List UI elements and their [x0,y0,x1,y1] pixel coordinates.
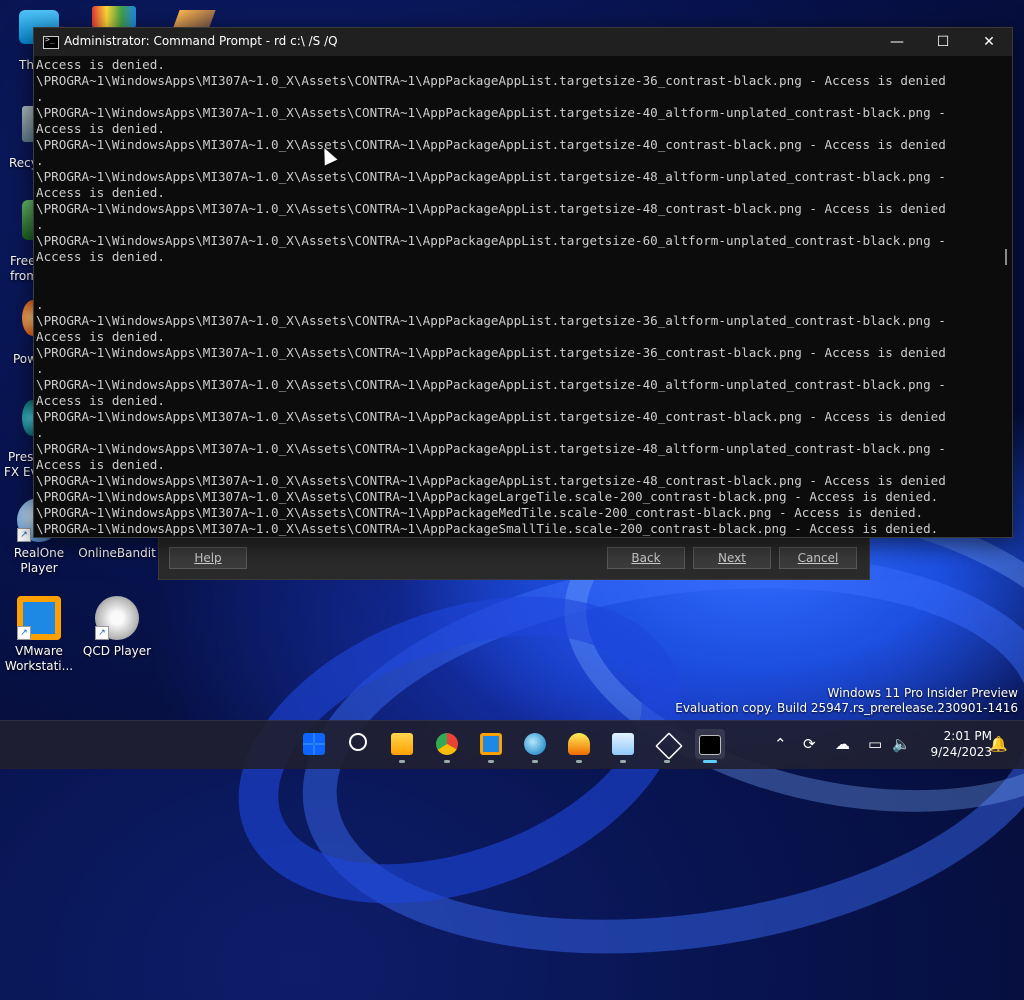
console-line: . [36,89,44,104]
chart-app-icon [612,733,634,755]
taskbar-monitor-app[interactable] [608,729,638,763]
taskbar-chrome[interactable] [432,729,462,763]
console-line: \PROGRA~1\WindowsApps\MI307A~1.0_X\Asset… [36,505,924,520]
console-line: \PROGRA~1\WindowsApps\MI307A~1.0_X\Asset… [36,441,946,456]
console-line: \PROGRA~1\WindowsApps\MI307A~1.0_X\Asset… [36,201,946,216]
globe-icon [524,733,546,755]
show-hidden-icons-chevron-icon[interactable]: ⌃ [774,735,787,753]
console-line: \PROGRA~1\WindowsApps\MI307A~1.0_X\Asset… [36,409,946,424]
console-line: . [36,297,44,312]
console-line: Access is denied. [36,121,165,136]
vmware-icon: ↗ [17,596,61,640]
taskbar-vmware[interactable] [476,729,506,763]
console-line: Access is denied. [36,393,165,408]
taskbar: ⌃ ⟳ ☁ ▭ 🔈 🔔 [0,720,1024,769]
volume-icon[interactable]: 🔈 [892,735,911,753]
sync-icon[interactable]: ⟳ [803,735,816,753]
minimize-button[interactable]: — [874,28,920,56]
desktop-icon-label: Free [10,254,36,268]
back-button[interactable]: Back [607,547,685,569]
shortcut-arrow-icon: ↗ [17,528,31,542]
app-icon [568,733,590,755]
console-line: Access is denied. [36,457,165,472]
console-line: \PROGRA~1\WindowsApps\MI307A~1.0_X\Asset… [36,169,946,184]
console-line: Access is denied. [36,329,165,344]
close-button[interactable]: ✕ [966,28,1012,56]
weather-cloud-icon[interactable]: ☁ [835,735,850,753]
taskbar-file-explorer[interactable] [387,729,417,763]
next-button[interactable]: Next [693,547,771,569]
console-line: . [36,153,44,168]
cmd-icon [699,735,721,755]
maximize-button[interactable]: ☐ [920,28,966,56]
watermark-line: Evaluation copy. Build 25947.rs_prerelea… [675,701,1018,715]
search-button[interactable] [344,729,374,759]
watermark-line: Windows 11 Pro Insider Preview [827,686,1018,700]
cmd-icon [43,35,59,49]
console-line: \PROGRA~1\WindowsApps\MI307A~1.0_X\Asset… [36,345,946,360]
console-output[interactable]: Access is denied. \PROGRA~1\WindowsApps\M… [36,57,998,537]
vmware-icon [480,733,502,755]
chrome-icon [436,733,458,755]
taskbar-browser[interactable] [520,729,550,763]
console-line: \PROGRA~1\WindowsApps\MI307A~1.0_X\Asset… [36,521,939,536]
console-line: Access is denied. [36,57,165,72]
console-line: \PROGRA~1\WindowsApps\MI307A~1.0_X\Asset… [36,377,946,392]
desktop-icon-qcd-player[interactable]: ↗ QCD Player [78,596,156,659]
shortcut-arrow-icon: ↗ [17,626,31,640]
windows-logo-icon [303,733,325,755]
evaluation-watermark: Windows 11 Pro Insider Preview Evaluatio… [675,686,1018,716]
taskbar-app[interactable] [564,729,594,763]
shortcut-arrow-icon: ↗ [95,626,109,640]
cube-icon [655,732,683,760]
clock-time: 2:01 PM [943,729,992,743]
cancel-button[interactable]: Cancel [779,547,857,569]
folder-icon [391,733,413,755]
desktop-app-icon[interactable] [92,6,136,28]
wizard-dialog: Help Back Next Cancel [158,536,870,580]
window-title: Administrator: Command Prompt - rd c:\ /… [64,34,338,48]
desktop-icon-label: Th [19,58,34,72]
console-line: \PROGRA~1\WindowsApps\MI307A~1.0_X\Asset… [36,105,946,120]
taskbar-3d-app[interactable] [652,729,683,763]
command-prompt-window[interactable]: Administrator: Command Prompt - rd c:\ /… [33,27,1013,538]
console-line: \PROGRA~1\WindowsApps\MI307A~1.0_X\Asset… [36,233,946,248]
desktop-icon-label: OnlineBandit [78,546,156,560]
console-line: \PROGRA~1\WindowsApps\MI307A~1.0_X\Asset… [36,73,946,88]
qcd-disc-icon: ↗ [95,596,139,640]
start-button[interactable] [299,729,329,759]
console-line: \PROGRA~1\WindowsApps\MI307A~1.0_X\Asset… [36,489,939,504]
search-icon [349,733,367,751]
console-line: . [36,425,44,440]
network-icon[interactable]: ▭ [868,735,882,753]
taskbar-command-prompt[interactable] [695,729,725,763]
desktop-icon-label: RealOne Player [13,546,65,575]
console-line: Access is denied. [36,249,165,264]
scrollbar-thumb[interactable] [1005,249,1007,265]
console-line: \PROGRA~1\WindowsApps\MI307A~1.0_X\Asset… [36,137,946,152]
taskbar-clock[interactable]: 2:01 PM 9/24/2023 [930,728,992,760]
console-line: Access is denied. [36,185,165,200]
desktop-icon-label: QCD Player [82,644,152,658]
clock-date: 9/24/2023 [930,745,992,759]
console-line: . [36,217,44,232]
console-line: \PROGRA~1\WindowsApps\MI307A~1.0_X\Asset… [36,313,946,328]
console-line: \PROGRA~1\WindowsApps\MI307A~1.0_X\Asset… [36,473,946,488]
title-bar[interactable]: Administrator: Command Prompt - rd c:\ /… [34,28,1012,56]
console-scrollbar[interactable] [1000,57,1012,537]
desktop-icon-vmware[interactable]: ↗ VMware Workstati... [0,596,78,674]
desktop-icon-label: VMware Workstati... [4,644,74,673]
console-line: . [36,361,44,376]
help-button[interactable]: Help [169,547,247,569]
